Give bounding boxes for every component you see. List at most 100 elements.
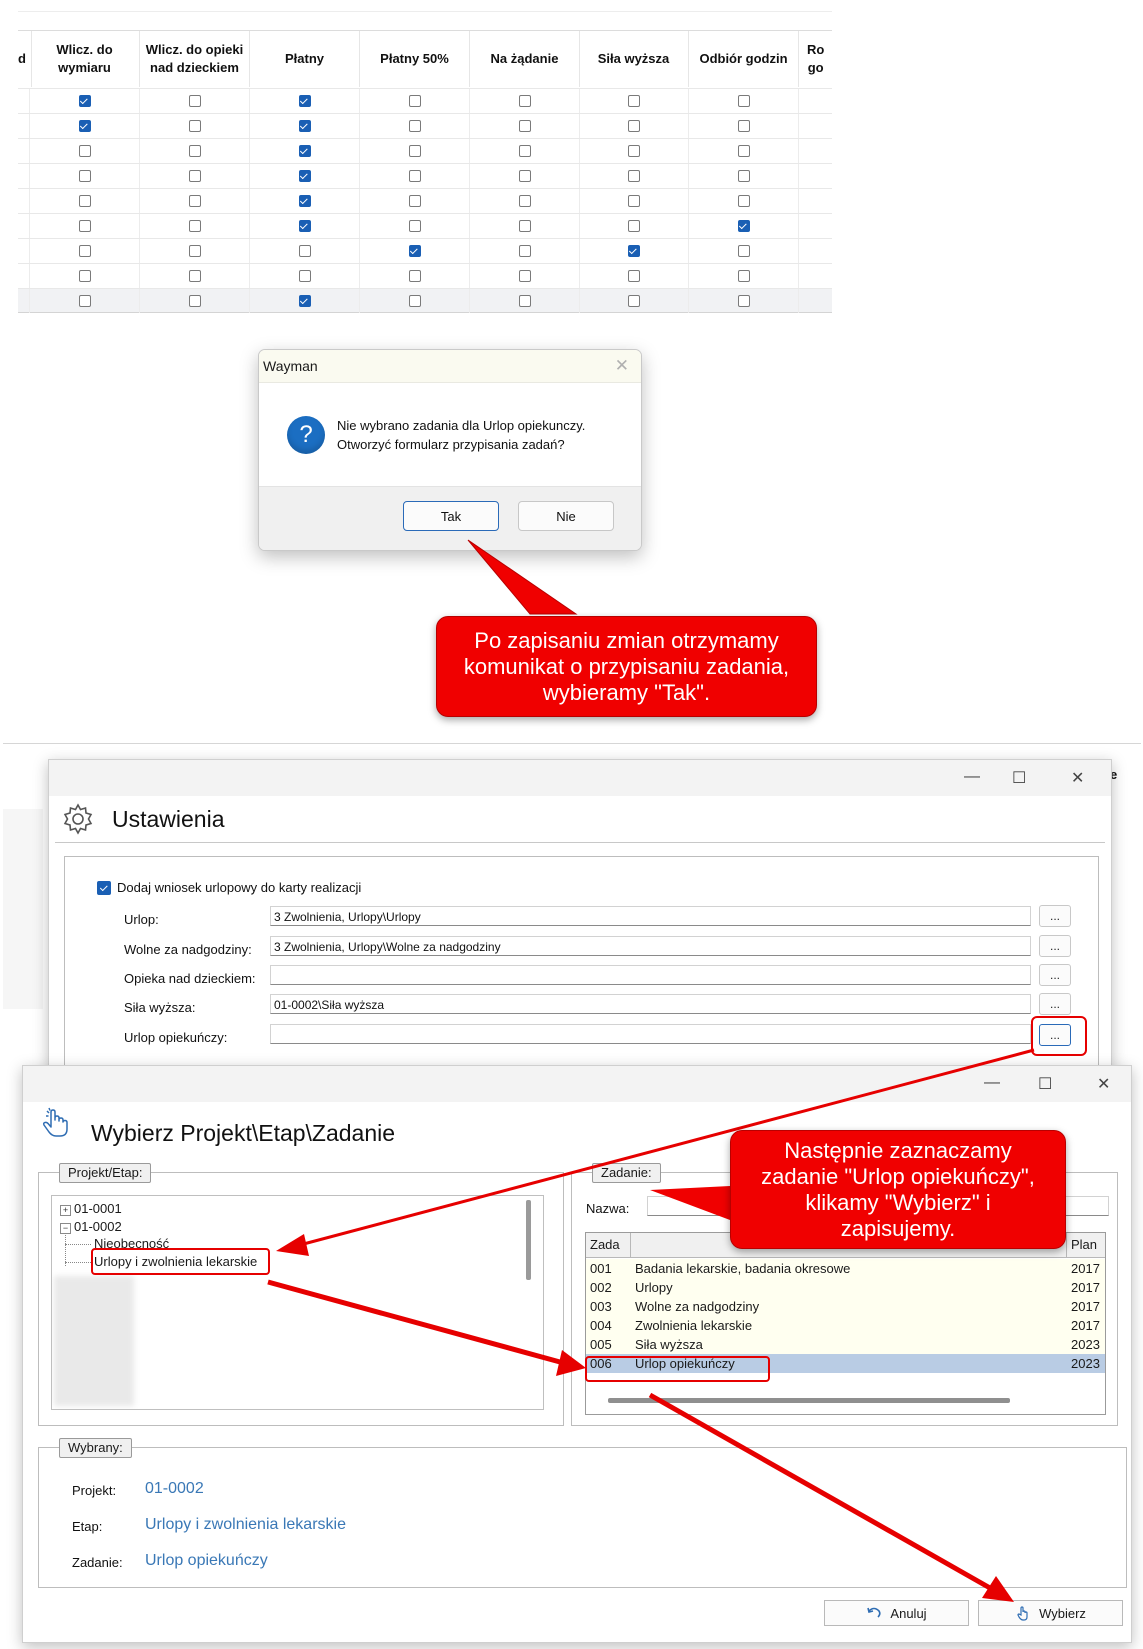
row-checkbox[interactable] [188, 245, 201, 257]
yes-button[interactable]: Tak [403, 501, 499, 531]
urlop-field[interactable]: 3 Zwolnienia, Urlopy\Urlopy [270, 906, 1031, 926]
row-checkbox[interactable] [737, 195, 750, 207]
row-checkbox[interactable] [518, 95, 531, 107]
expand-icon[interactable]: + [60, 1205, 71, 1216]
row-checkbox[interactable] [627, 295, 640, 307]
row-checkbox[interactable] [188, 220, 201, 232]
column-header[interactable]: Wlicz. do wymiaru [30, 31, 140, 87]
row-checkbox[interactable] [188, 145, 201, 157]
column-header[interactable]: Siła wyższa [579, 31, 689, 87]
row-checkbox[interactable] [188, 270, 201, 282]
childcare-field[interactable] [270, 965, 1031, 985]
close-icon[interactable]: ✕ [1071, 768, 1084, 788]
row-checkbox[interactable] [298, 245, 311, 257]
row-checkbox[interactable] [408, 295, 421, 307]
table-row[interactable]: 005 Siła wyższa 2023 [586, 1335, 1105, 1354]
row-checkbox[interactable] [298, 120, 311, 132]
urlop-browse-button[interactable]: ... [1039, 905, 1071, 927]
force-majeure-field[interactable]: 01-0002\Siła wyższa [270, 994, 1031, 1014]
row-checkbox[interactable] [408, 95, 421, 107]
row-checkbox[interactable] [627, 120, 640, 132]
overtime-browse-button[interactable]: ... [1039, 935, 1071, 957]
row-checkbox[interactable] [408, 120, 421, 132]
row-checkbox[interactable] [78, 270, 91, 282]
row-checkbox[interactable] [518, 170, 531, 182]
row-checkbox[interactable] [518, 220, 531, 232]
row-checkbox[interactable] [737, 270, 750, 282]
row-checkbox[interactable] [188, 170, 201, 182]
row-checkbox[interactable] [518, 270, 531, 282]
cancel-button[interactable]: Anuluj [824, 1600, 969, 1626]
row-checkbox[interactable] [518, 145, 531, 157]
row-checkbox[interactable] [737, 145, 750, 157]
row-checkbox[interactable] [518, 245, 531, 257]
row-checkbox[interactable] [298, 170, 311, 182]
tree-node-01-0001[interactable]: 01-0001 [74, 1201, 122, 1216]
row-checkbox[interactable] [737, 170, 750, 182]
row-checkbox[interactable] [408, 270, 421, 282]
row-checkbox[interactable] [78, 295, 91, 307]
overtime-field[interactable]: 3 Zwolnienia, Urlopy\Wolne za nadgodziny [270, 936, 1031, 956]
row-checkbox[interactable] [627, 195, 640, 207]
grid-header-plan[interactable]: Plan [1067, 1233, 1105, 1257]
table-row[interactable]: 001 Badania lekarskie, badania okresowe 20… [586, 1259, 1105, 1278]
row-checkbox[interactable] [78, 170, 91, 182]
row-checkbox[interactable] [627, 245, 640, 257]
row-checkbox[interactable] [188, 195, 201, 207]
row-checkbox[interactable] [627, 220, 640, 232]
row-checkbox[interactable] [78, 245, 91, 257]
row-checkbox[interactable] [518, 195, 531, 207]
table-row[interactable]: 003 Wolne za nadgodziny 2017 [586, 1297, 1105, 1316]
tree-node-01-0002[interactable]: 01-0002 [74, 1219, 122, 1234]
row-checkbox[interactable] [298, 295, 311, 307]
row-checkbox[interactable] [298, 220, 311, 232]
force-majeure-browse-button[interactable]: ... [1039, 993, 1071, 1015]
childcare-browse-button[interactable]: ... [1039, 964, 1071, 986]
row-checkbox[interactable] [78, 95, 91, 107]
row-checkbox[interactable] [737, 120, 750, 132]
minimize-icon[interactable]: — [984, 1074, 1000, 1092]
row-checkbox[interactable] [78, 145, 91, 157]
row-checkbox[interactable] [78, 120, 91, 132]
row-checkbox[interactable] [737, 245, 750, 257]
column-header[interactable]: Wlicz. do opieki nad dzieckiem [140, 31, 250, 87]
row-checkbox[interactable] [737, 295, 750, 307]
row-checkbox[interactable] [518, 120, 531, 132]
maximize-icon[interactable]: ☐ [1038, 1074, 1052, 1094]
close-icon[interactable]: ✕ [615, 356, 629, 376]
row-checkbox[interactable] [188, 295, 201, 307]
row-checkbox[interactable] [298, 270, 311, 282]
row-checkbox[interactable] [188, 95, 201, 107]
minimize-icon[interactable]: — [964, 768, 980, 786]
row-checkbox[interactable] [408, 145, 421, 157]
row-checkbox[interactable] [298, 95, 311, 107]
row-checkbox[interactable] [408, 170, 421, 182]
row-checkbox[interactable] [627, 145, 640, 157]
column-header[interactable]: Płatny 50% [360, 31, 470, 87]
row-checkbox[interactable] [298, 145, 311, 157]
row-checkbox[interactable] [627, 270, 640, 282]
row-checkbox[interactable] [518, 295, 531, 307]
choose-button[interactable]: Wybierz [978, 1600, 1123, 1626]
row-checkbox[interactable] [408, 245, 421, 257]
column-header[interactable]: Płatny [250, 31, 360, 87]
row-checkbox[interactable] [78, 220, 91, 232]
grid-header-code[interactable]: Zada [586, 1233, 631, 1257]
row-checkbox[interactable] [737, 220, 750, 232]
row-checkbox[interactable] [188, 120, 201, 132]
row-checkbox[interactable] [627, 170, 640, 182]
project-tree[interactable]: + 01-0001 − 01-0002 Nieobecność Urlopy i… [51, 1195, 544, 1410]
grid-horizontal-scrollbar[interactable] [608, 1398, 1010, 1403]
row-checkbox[interactable] [78, 195, 91, 207]
maximize-icon[interactable]: ☐ [1012, 768, 1026, 788]
tree-scrollbar[interactable] [526, 1200, 531, 1280]
row-checkbox[interactable] [298, 195, 311, 207]
column-header[interactable]: Na żądanie [470, 31, 580, 87]
no-button[interactable]: Nie [518, 501, 614, 531]
row-checkbox[interactable] [627, 95, 640, 107]
table-row[interactable]: 002 Urlopy 2017 [586, 1278, 1105, 1297]
carer-leave-field[interactable] [270, 1024, 1031, 1044]
column-header[interactable]: Odbiór godzin [689, 31, 799, 87]
add-to-card-checkbox[interactable] [97, 881, 111, 895]
close-icon[interactable]: ✕ [1097, 1074, 1110, 1094]
